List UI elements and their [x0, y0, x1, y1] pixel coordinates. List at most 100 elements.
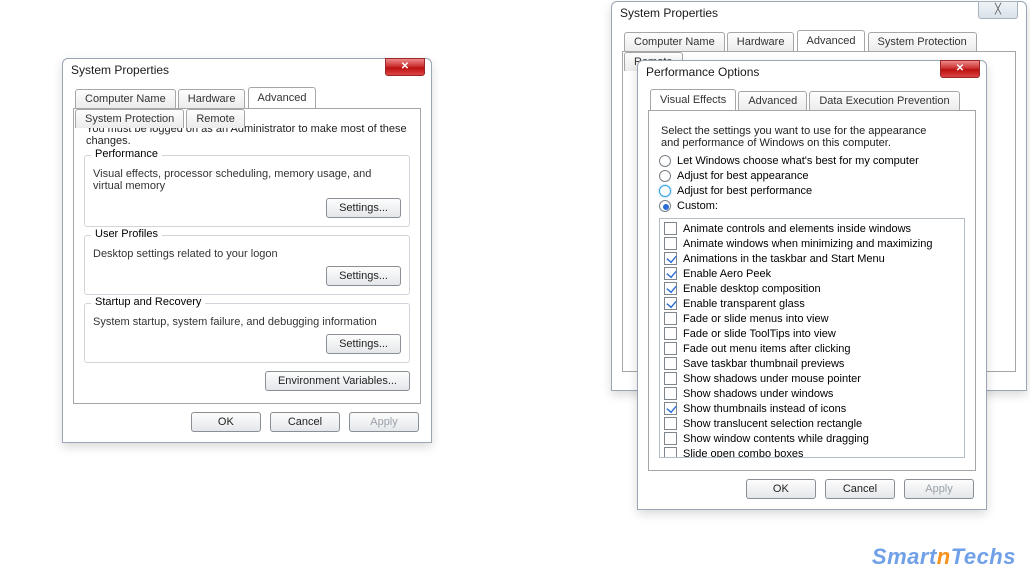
environment-variables-button[interactable]: Environment Variables...: [265, 371, 410, 391]
list-item[interactable]: Show shadows under windows: [664, 386, 960, 401]
list-item[interactable]: Save taskbar thumbnail previews: [664, 356, 960, 371]
checkbox-icon: [664, 312, 677, 325]
list-item[interactable]: Enable desktop composition: [664, 281, 960, 296]
titlebar[interactable]: System Properties ✕: [63, 59, 431, 83]
checkbox-icon: [664, 282, 677, 295]
window-title: System Properties: [71, 63, 169, 77]
tab-hardware[interactable]: Hardware: [727, 32, 795, 51]
tab-hardware[interactable]: Hardware: [178, 89, 246, 108]
cancel-button[interactable]: Cancel: [825, 479, 895, 499]
list-item[interactable]: Animations in the taskbar and Start Menu: [664, 251, 960, 266]
watermark-logo: SmartnTechs: [872, 544, 1016, 570]
checkbox-icon: [664, 432, 677, 445]
tab-advanced[interactable]: Advanced: [248, 87, 317, 108]
startup-recovery-legend: Startup and Recovery: [91, 296, 205, 308]
checkbox-icon: [664, 222, 677, 235]
startup-recovery-group: Startup and Recovery System startup, sys…: [84, 303, 410, 363]
checkbox-label: Show window contents while dragging: [683, 433, 869, 445]
checkbox-icon: [664, 447, 677, 458]
radio-option[interactable]: Custom:: [659, 200, 965, 212]
list-item[interactable]: Animate controls and elements inside win…: [664, 221, 960, 236]
logo-part3: Techs: [951, 544, 1016, 569]
user-profiles-group: User Profiles Desktop settings related t…: [84, 235, 410, 295]
visual-effects-list[interactable]: Animate controls and elements inside win…: [659, 218, 965, 458]
ok-button[interactable]: OK: [746, 479, 816, 499]
list-item[interactable]: Enable transparent glass: [664, 296, 960, 311]
radio-label: Adjust for best performance: [677, 185, 812, 197]
close-icon: ✕: [401, 61, 409, 72]
cancel-button[interactable]: Cancel: [270, 412, 340, 432]
checkbox-label: Slide open combo boxes: [683, 448, 803, 459]
checkbox-icon: [664, 357, 677, 370]
radio-option[interactable]: Let Windows choose what's best for my co…: [659, 155, 965, 167]
tab-system-protection[interactable]: System Protection: [75, 109, 184, 128]
tab-advanced[interactable]: Advanced: [738, 91, 807, 110]
tab-system-protection[interactable]: System Protection: [868, 32, 977, 51]
checkbox-label: Save taskbar thumbnail previews: [683, 358, 844, 370]
list-item[interactable]: Slide open combo boxes: [664, 446, 960, 458]
tab-visual-effects[interactable]: Visual Effects: [650, 89, 736, 110]
list-item[interactable]: Fade out menu items after clicking: [664, 341, 960, 356]
checkbox-label: Show shadows under windows: [683, 388, 833, 400]
close-button[interactable]: ✕: [940, 60, 980, 78]
tab-remote[interactable]: Remote: [186, 109, 245, 128]
checkbox-label: Enable Aero Peek: [683, 268, 771, 280]
checkbox-label: Show shadows under mouse pointer: [683, 373, 861, 385]
list-item[interactable]: Fade or slide ToolTips into view: [664, 326, 960, 341]
checkbox-icon: [664, 327, 677, 340]
checkbox-label: Enable transparent glass: [683, 298, 805, 310]
tabstrip: Visual Effects Advanced Data Execution P…: [648, 89, 976, 111]
list-item[interactable]: Show window contents while dragging: [664, 431, 960, 446]
tab-dep[interactable]: Data Execution Prevention: [809, 91, 959, 110]
close-button[interactable]: ╳: [978, 1, 1018, 19]
list-item[interactable]: Show thumbnails instead of icons: [664, 401, 960, 416]
checkbox-icon: [664, 372, 677, 385]
list-item[interactable]: Animate windows when minimizing and maxi…: [664, 236, 960, 251]
radio-icon: [659, 170, 671, 182]
list-item[interactable]: Fade or slide menus into view: [664, 311, 960, 326]
radio-label: Adjust for best appearance: [677, 170, 808, 182]
system-properties-window: System Properties ✕ Computer Name Hardwa…: [62, 58, 432, 443]
performance-options-window: Performance Options ✕ Visual Effects Adv…: [637, 60, 987, 510]
user-profiles-settings-button[interactable]: Settings...: [326, 266, 401, 286]
list-item[interactable]: Enable Aero Peek: [664, 266, 960, 281]
checkbox-icon: [664, 237, 677, 250]
startup-recovery-desc: System startup, system failure, and debu…: [93, 316, 401, 328]
apply-button[interactable]: Apply: [349, 412, 419, 432]
checkbox-label: Animate controls and elements inside win…: [683, 223, 911, 235]
list-item[interactable]: Show shadows under mouse pointer: [664, 371, 960, 386]
tab-content-advanced: You must be logged on as an Administrato…: [73, 109, 421, 404]
tab-computer-name[interactable]: Computer Name: [75, 89, 176, 108]
window-title: System Properties: [620, 6, 718, 20]
performance-settings-button[interactable]: Settings...: [326, 198, 401, 218]
close-icon: ╳: [995, 4, 1001, 15]
list-item[interactable]: Show translucent selection rectangle: [664, 416, 960, 431]
titlebar[interactable]: Performance Options ✕: [638, 61, 986, 85]
visual-effects-intro: Select the settings you want to use for …: [661, 125, 941, 149]
startup-recovery-settings-button[interactable]: Settings...: [326, 334, 401, 354]
window-title: Performance Options: [646, 65, 759, 79]
checkbox-label: Show thumbnails instead of icons: [683, 403, 846, 415]
performance-legend: Performance: [91, 148, 162, 160]
checkbox-icon: [664, 267, 677, 280]
tabstrip: Computer Name Hardware Advanced System P…: [73, 87, 421, 109]
visual-effects-radios: Let Windows choose what's best for my co…: [659, 155, 965, 212]
checkbox-icon: [664, 417, 677, 430]
tab-content-visual-effects: Select the settings you want to use for …: [648, 111, 976, 471]
radio-option[interactable]: Adjust for best appearance: [659, 170, 965, 182]
radio-icon: [659, 200, 671, 212]
logo-part1: Smart: [872, 544, 937, 569]
radio-option[interactable]: Adjust for best performance: [659, 185, 965, 197]
checkbox-label: Show translucent selection rectangle: [683, 418, 862, 430]
performance-desc: Visual effects, processor scheduling, me…: [93, 168, 401, 192]
apply-button[interactable]: Apply: [904, 479, 974, 499]
dialog-buttons: OK Cancel Apply: [648, 471, 976, 499]
close-icon: ✕: [956, 63, 964, 74]
tab-computer-name[interactable]: Computer Name: [624, 32, 725, 51]
close-button[interactable]: ✕: [385, 58, 425, 76]
ok-button[interactable]: OK: [191, 412, 261, 432]
tabstrip: Computer Name Hardware Advanced System P…: [622, 30, 1016, 52]
tab-advanced[interactable]: Advanced: [797, 30, 866, 51]
titlebar[interactable]: System Properties ╳: [612, 2, 1026, 26]
user-profiles-desc: Desktop settings related to your logon: [93, 248, 401, 260]
